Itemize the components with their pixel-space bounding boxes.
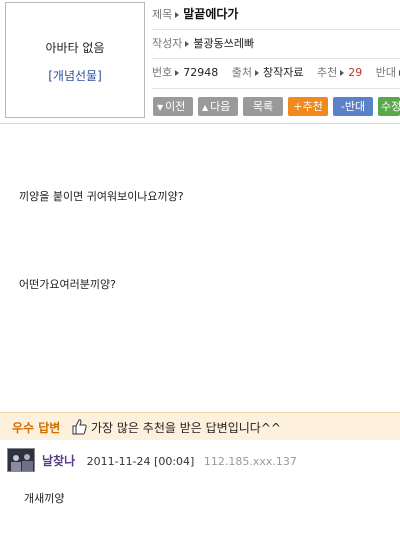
source-label: 출처 bbox=[231, 66, 252, 79]
post-number: 72948 bbox=[183, 66, 219, 79]
arrow-icon bbox=[340, 69, 345, 76]
recommend-count: 29 bbox=[348, 66, 363, 79]
divider bbox=[152, 29, 400, 30]
header-divider bbox=[0, 123, 400, 124]
arrow-icon bbox=[175, 11, 180, 18]
list-button-label: 목록 bbox=[252, 100, 274, 113]
no-avatar-text: 아바타 없음 bbox=[45, 41, 105, 55]
answer-body: 개새끼양 bbox=[24, 492, 65, 505]
title-row: 제목 말끝에다가 bbox=[152, 4, 238, 24]
prev-button-label: 이전 bbox=[165, 100, 186, 113]
thumbs-up-icon bbox=[72, 419, 87, 435]
next-button[interactable]: ▲ 다음 bbox=[198, 97, 238, 116]
up-triangle-icon: ▲ bbox=[202, 103, 209, 112]
avatar-image-icon bbox=[8, 449, 34, 471]
best-answer-bar: 우수 답변 가장 많은 추천을 받은 답변입니다^^ bbox=[0, 412, 400, 440]
best-answer-label: 우수 답변 bbox=[12, 421, 61, 435]
title-label: 제목 bbox=[152, 8, 173, 21]
author-row: 작성자 불광동쓰레빠 bbox=[152, 34, 254, 54]
answerer-avatar[interactable] bbox=[7, 448, 35, 472]
gift-link[interactable]: [개념선물] bbox=[6, 67, 144, 84]
author-name[interactable]: 불광동쓰레빠 bbox=[193, 37, 254, 50]
recommend-button[interactable]: +추천 bbox=[288, 97, 328, 116]
arrow-icon bbox=[175, 69, 180, 76]
post-title: 말끝에다가 bbox=[183, 7, 239, 21]
list-button[interactable]: 목록 bbox=[243, 97, 283, 116]
recommend-label: 추천 bbox=[316, 66, 338, 79]
content-line-1: 끼양을 붙이면 귀여워보이나요끼양? bbox=[19, 190, 184, 203]
answer-ip: 112.185.xxx.137 bbox=[203, 455, 297, 468]
meta-row: 번호 72948 출처 창작자료 추천 29 반대 bbox=[152, 63, 400, 83]
oppose-button[interactable]: -반대 bbox=[333, 97, 373, 116]
answer-meta: 날찾나 2011-11-24 [00:04] 112.185.xxx.137 bbox=[42, 452, 297, 469]
edit-button-label: 수정 bbox=[381, 100, 400, 113]
answer-date: 2011-11-24 [00:04] bbox=[86, 455, 195, 468]
author-label: 작성자 bbox=[152, 37, 183, 50]
author-profile-box: 아바타 없음 [개념선물] bbox=[5, 2, 145, 118]
content-line-2: 어떤가요여러분끼양? bbox=[19, 278, 116, 291]
best-answer-text: 가장 많은 추천을 받은 답변입니다^^ bbox=[91, 421, 281, 435]
number-label: 번호 bbox=[152, 66, 173, 79]
arrow-icon bbox=[255, 69, 259, 76]
prev-button[interactable]: ▼ 이전 bbox=[153, 97, 193, 116]
post-source: 창작자료 bbox=[263, 66, 304, 79]
edit-button[interactable]: 수정 bbox=[378, 97, 400, 116]
divider bbox=[152, 58, 400, 59]
down-triangle-icon: ▼ bbox=[157, 103, 164, 112]
oppose-label: 반대 bbox=[375, 66, 396, 79]
answerer-nickname[interactable]: 날찾나 bbox=[42, 454, 75, 468]
arrow-icon bbox=[185, 40, 190, 47]
oppose-button-label: -반대 bbox=[340, 100, 366, 113]
recommend-button-label: +추천 bbox=[293, 100, 323, 113]
next-button-label: 다음 bbox=[210, 100, 231, 113]
divider bbox=[152, 88, 400, 89]
